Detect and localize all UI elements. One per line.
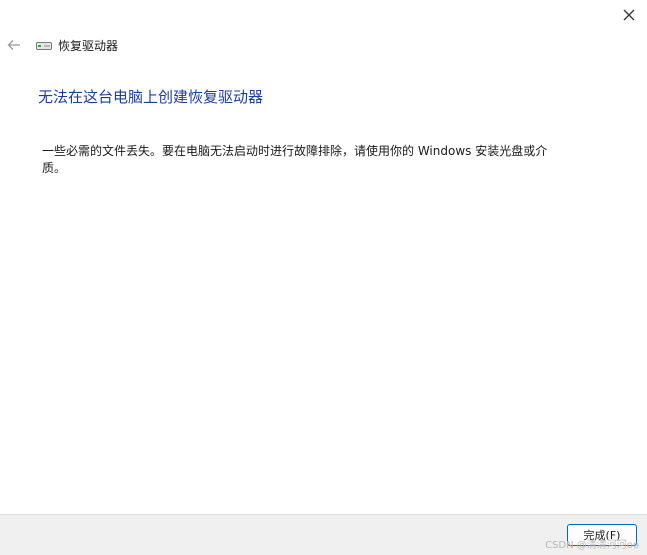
close-button[interactable]	[615, 4, 643, 26]
drive-icon	[36, 41, 52, 50]
recovery-drive-window: 恢复驱动器 无法在这台电脑上创建恢复驱动器 一些必需的文件丢失。要在电脑无法启动…	[0, 0, 647, 555]
footer-bar: 完成(F)	[0, 514, 647, 555]
window-title-bar: 恢复驱动器	[36, 37, 118, 54]
finish-button[interactable]: 完成(F)	[567, 524, 637, 546]
window-title: 恢复驱动器	[58, 39, 119, 53]
close-icon	[623, 9, 635, 21]
back-arrow-icon	[7, 40, 20, 50]
page-heading: 无法在这台电脑上创建恢复驱动器	[38, 88, 264, 106]
error-message: 一些必需的文件丢失。要在电脑无法启动时进行故障排除，请使用你的 Windows …	[42, 144, 548, 175]
back-button[interactable]	[5, 36, 23, 54]
